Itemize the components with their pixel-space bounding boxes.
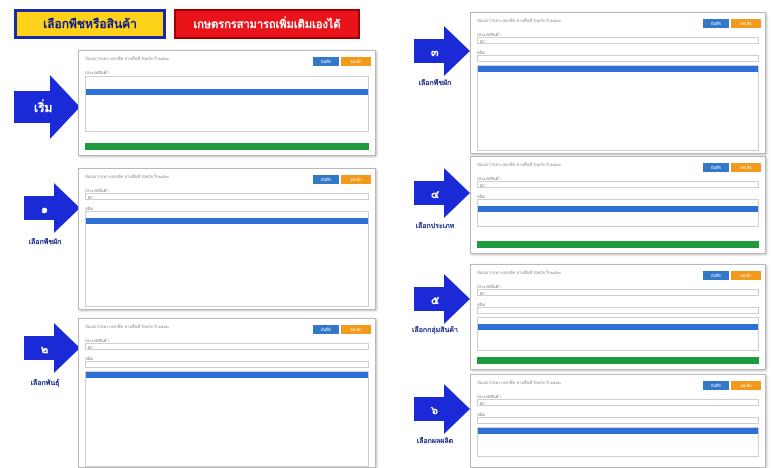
submit-bar[interactable]: [477, 357, 759, 364]
panel-step-4: ข้อมูลการเพาะปลูกพืช ตามพื้นที่ จังหวัด …: [470, 156, 766, 254]
arrow-right-icon: ๒: [24, 323, 80, 373]
panel-title: ข้อมูลการเพาะปลูกพืช ตามพื้นที่ จังหวัด …: [85, 56, 170, 60]
type-select[interactable]: ผัก: [85, 193, 369, 200]
dropdown-list[interactable]: [85, 76, 369, 132]
type-select[interactable]: ผัก: [477, 399, 759, 406]
panel-title: ข้อมูลการเพาะปลูกพืช ตามพื้นที่ จังหวัด …: [477, 380, 562, 384]
step-caption: เลือกพันธุ์: [30, 379, 60, 387]
panel-step-1: ข้อมูลการเพาะปลูกพืช ตามพื้นที่ จังหวัด …: [78, 168, 376, 310]
panel-step-3: ข้อมูลการเพาะปลูกพืช ตามพื้นที่ จังหวัด …: [470, 12, 766, 154]
step-caption: เลือกประเภท: [415, 222, 455, 230]
step-caption: เลือกกลุ่มสินค้า: [412, 326, 458, 334]
panel-step-6: ข้อมูลการเพาะปลูกพืช ตามพื้นที่ จังหวัด …: [470, 374, 766, 468]
dropdown-list[interactable]: [477, 199, 759, 227]
step-number: เริ่ม: [34, 99, 52, 115]
step-number: ๕: [431, 294, 440, 307]
cancel-button[interactable]: ยกเลิก: [341, 57, 371, 66]
dropdown-list[interactable]: [477, 427, 759, 457]
save-button[interactable]: บันทึก: [313, 57, 339, 66]
panel-title: ข้อมูลการเพาะปลูกพืช ตามพื้นที่ จังหวัด …: [85, 174, 170, 178]
variety-select[interactable]: [477, 417, 759, 424]
save-button[interactable]: บันทึก: [703, 19, 729, 28]
arrow-right-icon: ๓: [414, 26, 470, 76]
panel-step-2: ข้อมูลการเพาะปลูกพืช ตามพื้นที่ จังหวัด …: [78, 318, 376, 468]
panel-start: ข้อมูลการเพาะปลูกพืช ตามพื้นที่ จังหวัด …: [78, 50, 376, 156]
panel-title: ข้อมูลการเพาะปลูกพืช ตามพื้นที่ จังหวัด …: [85, 324, 170, 328]
arrow-right-icon: เริ่ม: [14, 75, 80, 139]
step-caption: เลือกผลผลิต: [416, 437, 454, 445]
submit-bar[interactable]: [85, 143, 369, 150]
submit-bar[interactable]: [477, 241, 759, 248]
save-button[interactable]: บันทึก: [703, 163, 729, 172]
step-number: ๒: [41, 343, 48, 356]
save-button[interactable]: บันทึก: [703, 271, 729, 280]
save-button[interactable]: บันทึก: [313, 175, 339, 184]
farmer-add-button[interactable]: เกษตรกรสามารถเพิ่มเติมเองได้: [174, 9, 360, 39]
type-select[interactable]: ผัก: [477, 181, 759, 188]
cancel-button[interactable]: ยกเลิก: [731, 19, 761, 28]
save-button[interactable]: บันทึก: [703, 381, 729, 390]
variety-select[interactable]: [85, 361, 369, 368]
choose-crop-button[interactable]: เลือกพืชหรือสินค้า: [14, 9, 166, 39]
dropdown-list[interactable]: [477, 65, 759, 151]
arrow-right-icon: ๖: [414, 384, 470, 434]
step-number: ๑: [41, 203, 48, 216]
step-number: ๔: [431, 188, 440, 201]
panel-title: ข้อมูลการเพาะปลูกพืช ตามพื้นที่ จังหวัด …: [477, 18, 562, 22]
cancel-button[interactable]: ยกเลิก: [731, 163, 761, 172]
save-button[interactable]: บันทึก: [313, 325, 339, 334]
cancel-button[interactable]: ยกเลิก: [731, 271, 761, 280]
dropdown-list[interactable]: [85, 211, 369, 307]
panel-title: ข้อมูลการเพาะปลูกพืช ตามพื้นที่ จังหวัด …: [477, 270, 562, 274]
cancel-button[interactable]: ยกเลิก: [341, 325, 371, 334]
dropdown-list[interactable]: [85, 371, 369, 467]
step-number: ๓: [431, 46, 439, 59]
type-select[interactable]: ผัก: [477, 289, 759, 296]
step-caption: เลือกพืชผัก: [418, 79, 452, 87]
variety-select[interactable]: [477, 307, 759, 314]
step-number: ๖: [430, 404, 438, 417]
step-caption: เลือกพืชผัก: [28, 238, 62, 246]
panel-title: ข้อมูลการเพาะปลูกพืช ตามพื้นที่ จังหวัด …: [477, 162, 562, 166]
panel-step-5: ข้อมูลการเพาะปลูกพืช ตามพื้นที่ จังหวัด …: [470, 264, 766, 370]
cancel-button[interactable]: ยกเลิก: [731, 381, 761, 390]
cancel-button[interactable]: ยกเลิก: [341, 175, 371, 184]
type-select[interactable]: ผัก: [477, 37, 759, 44]
arrow-right-icon: ๕: [414, 274, 470, 324]
dropdown-list[interactable]: [477, 317, 759, 351]
type-select[interactable]: ผัก: [85, 343, 369, 350]
field-label: ประเภทสินค้า: [85, 70, 109, 75]
variety-select[interactable]: [477, 55, 759, 62]
arrow-right-icon: ๔: [414, 168, 470, 218]
arrow-right-icon: ๑: [24, 183, 80, 233]
